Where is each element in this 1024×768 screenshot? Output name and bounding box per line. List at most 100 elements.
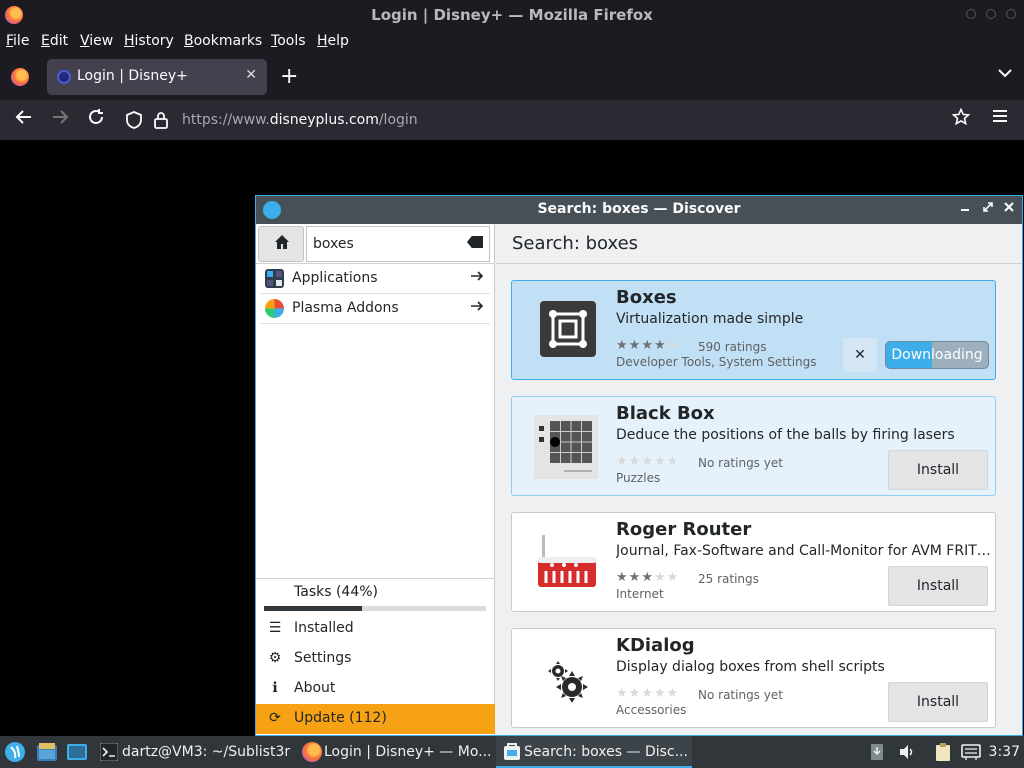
hamburger-menu-icon[interactable] — [992, 108, 1008, 129]
reload-icon[interactable] — [87, 108, 105, 131]
black-box-app-icon — [534, 415, 600, 479]
show-desktop-icon[interactable] — [66, 736, 90, 768]
firefox-titlebar: Login | Disney+ — Mozilla Firefox — [0, 0, 1024, 30]
download-status-label: Downloading — [891, 347, 983, 363]
app-categories: Internet — [616, 587, 664, 601]
app-description: Display dialog boxes from shell scripts — [616, 659, 885, 675]
install-button[interactable]: Install — [888, 682, 988, 722]
cancel-download-button[interactable]: ✕ — [843, 338, 877, 372]
home-button[interactable] — [258, 226, 304, 262]
arrow-right-icon — [470, 298, 484, 317]
clock[interactable]: 3:37 — [989, 744, 1020, 760]
rating-stars: ★★★★★ — [616, 454, 679, 469]
tab-disney-login[interactable]: Login | Disney+ ✕ — [47, 59, 267, 95]
menu-help[interactable]: Help — [317, 33, 349, 49]
close-tab-icon[interactable]: ✕ — [245, 67, 257, 83]
taskbar-item-terminal[interactable]: dartz@VM3: ~/Sublist3r — [96, 736, 292, 768]
network-icon[interactable] — [960, 736, 984, 768]
menu-bookmarks[interactable]: Bookmarks — [184, 33, 262, 49]
discover-titlebar: Search: boxes — Discover — [256, 196, 1022, 224]
discover-minimize-icon[interactable] — [960, 200, 970, 218]
discover-window-title: Search: boxes — Discover — [537, 201, 741, 217]
star-empty-icon: ★ — [666, 454, 680, 469]
star-empty-icon: ★ — [653, 570, 667, 585]
list-icon: ☰ — [268, 620, 282, 636]
result-card-kdialog[interactable]: KDialog Display dialog boxes from shell … — [511, 628, 996, 728]
list-all-tabs-icon[interactable] — [998, 66, 1012, 82]
result-card-black-box[interactable]: Black Box Deduce the positions of the ba… — [511, 396, 996, 496]
menu-tools[interactable]: Tools — [271, 33, 306, 49]
rating-stars: ★★★★★ — [616, 570, 679, 585]
app-name[interactable]: Roger Router — [616, 519, 751, 540]
download-progress-button[interactable]: Downloading — [885, 341, 989, 369]
install-button[interactable]: Install — [888, 450, 988, 490]
taskbar-item-firefox[interactable]: Login | Disney+ — Mo... — [296, 736, 492, 768]
file-manager-icon[interactable] — [36, 736, 60, 768]
url-bar[interactable]: https://www.disneyplus.com/login — [120, 104, 980, 136]
sidebar-item-update[interactable]: ⟳ Update (112) — [256, 704, 495, 734]
menu-history[interactable]: History — [124, 33, 174, 49]
star-filled-icon: ★ — [628, 338, 642, 353]
ratings-count: No ratings yet — [698, 456, 783, 470]
app-description: Journal, Fax-Software and Call-Monitor f… — [616, 543, 992, 559]
menu-file[interactable]: File — [6, 33, 29, 49]
discover-close-icon[interactable] — [1003, 200, 1015, 218]
rating-stars: ★★★★★ — [616, 338, 679, 353]
app-description: Virtualization made simple — [616, 311, 804, 327]
sidebar-item-applications[interactable]: Applications — [260, 264, 490, 294]
sidebar-item-installed[interactable]: ☰ Installed — [256, 614, 495, 644]
taskbar-item-discover[interactable]: Search: boxes — Disc... — [496, 736, 692, 768]
search-input[interactable] — [306, 226, 490, 262]
sidebar-item-plasma-addons[interactable]: Plasma Addons — [260, 294, 490, 324]
tasks-progress-fill — [264, 606, 362, 611]
lock-icon[interactable] — [154, 111, 168, 133]
star-filled-icon: ★ — [628, 570, 642, 585]
shield-icon[interactable] — [126, 111, 142, 133]
sidebar-item-label: Installed — [294, 620, 354, 636]
app-name[interactable]: KDialog — [616, 635, 695, 656]
app-name[interactable]: Boxes — [616, 287, 677, 308]
url-text[interactable]: https://www.disneyplus.com/login — [182, 112, 418, 128]
tasks-progress[interactable]: Tasks (44%) — [256, 578, 495, 614]
taskbar: dartz@VM3: ~/Sublist3r Login | Disney+ —… — [0, 736, 1024, 768]
app-categories: Puzzles — [616, 471, 661, 485]
menu-view[interactable]: View — [80, 33, 113, 49]
discover-maximize-icon[interactable] — [982, 200, 994, 218]
star-empty-icon: ★ — [641, 454, 654, 469]
taskbar-item-label: dartz@VM3: ~/Sublist3r — [122, 744, 291, 760]
bookmark-star-icon[interactable] — [951, 107, 971, 131]
app-categories: Developer Tools, System Settings — [616, 355, 817, 369]
sidebar-item-settings[interactable]: ⚙ Settings — [256, 644, 495, 674]
taskbar-item-label: Login | Disney+ — Mo... — [324, 744, 492, 760]
gear-icon: ⚙ — [268, 650, 282, 666]
sidebar-item-label: Settings — [294, 650, 352, 666]
new-tab-button[interactable]: + — [280, 64, 298, 89]
forward-icon[interactable] — [51, 108, 69, 131]
sidebar-item-label: Applications — [292, 270, 378, 286]
close-window-icon[interactable] — [1006, 9, 1016, 19]
maximize-icon[interactable] — [986, 9, 996, 19]
back-icon[interactable] — [15, 108, 33, 131]
app-name[interactable]: Black Box — [616, 403, 715, 424]
result-card-roger-router[interactable]: Roger Router Journal, Fax-Software and C… — [511, 512, 996, 612]
url-host: disneyplus.com — [269, 112, 379, 128]
minimize-icon[interactable] — [966, 9, 976, 19]
star-empty-icon: ★ — [666, 686, 680, 701]
tray-notifications-icon[interactable] — [870, 736, 888, 768]
arrow-right-icon — [470, 268, 484, 287]
sidebar-item-about[interactable]: ℹ About — [256, 674, 495, 704]
install-button[interactable]: Install — [888, 566, 988, 606]
page-title: Search: boxes — [496, 224, 1022, 264]
firefox-view-icon[interactable] — [11, 68, 29, 86]
clipboard-icon[interactable] — [934, 736, 954, 768]
app-launcher-icon[interactable] — [4, 736, 28, 768]
tab-bar: Login | Disney+ ✕ + — [0, 54, 1024, 100]
app-categories: Accessories — [616, 703, 687, 717]
result-card-boxes[interactable]: Boxes Virtualization made simple ★★★★★ 5… — [511, 280, 996, 380]
star-filled-icon: ★ — [616, 570, 629, 585]
ratings-count: 590 ratings — [698, 340, 767, 354]
menu-edit[interactable]: Edit — [41, 33, 68, 49]
url-path: /login — [378, 112, 418, 128]
roger-router-app-icon — [534, 531, 600, 595]
volume-icon[interactable] — [898, 736, 918, 768]
